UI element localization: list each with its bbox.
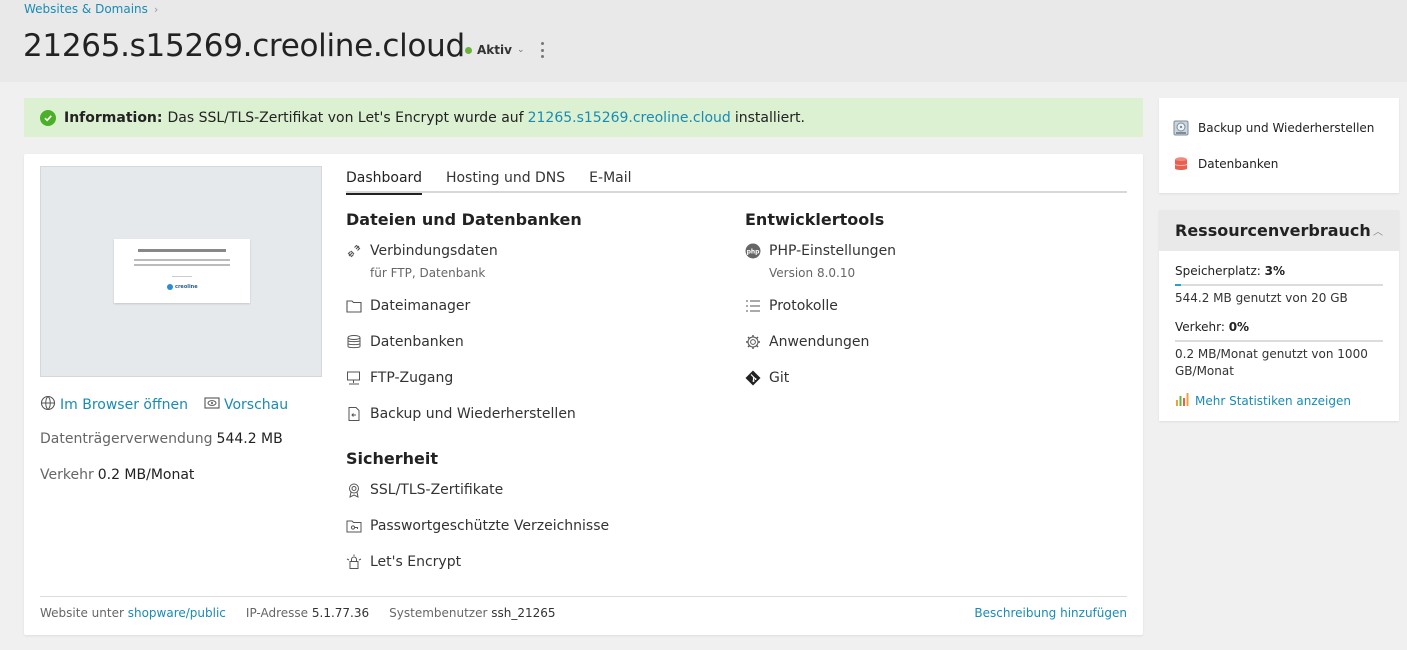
- bar-chart-icon: [1175, 392, 1191, 409]
- preview-link[interactable]: Vorschau: [204, 395, 288, 415]
- section-files-title: Dateien und Datenbanken: [346, 210, 582, 229]
- status-label: Aktiv: [477, 43, 512, 57]
- document-root-link[interactable]: shopware/public: [128, 606, 226, 620]
- tab-bar: Dashboard Hosting und DNS E-Mail: [346, 170, 1127, 195]
- open-in-browser-link[interactable]: Im Browser öffnen: [40, 395, 188, 415]
- lets-encrypt-link[interactable]: Let's Encrypt: [346, 554, 461, 570]
- php-settings-link[interactable]: php PHP-Einstellungen: [745, 243, 896, 259]
- disk-usage-stat: Datenträgerverwendung 544.2 MB: [40, 431, 283, 447]
- banner-text-after: installiert.: [734, 109, 805, 126]
- banner-prefix: Information:: [64, 109, 163, 126]
- file-manager-link[interactable]: Dateimanager: [346, 298, 470, 314]
- ftp-access-link[interactable]: FTP-Zugang: [346, 370, 453, 386]
- connection-info-sub: für FTP, Datenbank: [370, 266, 486, 280]
- page-header: Websites & Domains › 21265.s15269.creoli…: [0, 0, 1407, 82]
- traffic-stat: Verkehr 0.2 MB/Monat: [40, 467, 195, 483]
- info-banner: Information: Das SSL/TLS-Zertifikat von …: [24, 98, 1143, 137]
- gear-icon: [745, 334, 761, 350]
- chevron-down-icon: ⌄: [516, 45, 525, 55]
- success-check-icon: [40, 109, 56, 126]
- lets-encrypt-icon: [346, 554, 362, 570]
- ip-address: 5.1.77.36: [311, 606, 370, 620]
- section-security-title: Sicherheit: [346, 449, 438, 468]
- site-footer-info: Website unter shopware/public IP-Adresse…: [40, 606, 556, 620]
- database-color-icon: [1173, 156, 1189, 172]
- certificate-icon: [346, 482, 362, 498]
- section-devtools-title: Entwicklertools: [745, 210, 885, 229]
- applications-link[interactable]: Anwendungen: [745, 334, 869, 350]
- eye-icon: [204, 396, 220, 414]
- resource-usage-title: Ressourcenverbrauch: [1175, 221, 1371, 240]
- system-user: ssh_21265: [491, 606, 556, 620]
- chevron-up-icon: ︿: [1373, 227, 1383, 238]
- git-icon: [745, 370, 761, 386]
- connection-icon: [346, 243, 362, 259]
- page-title: 21265.s15269.creoline.cloud: [23, 28, 465, 64]
- connection-info-link[interactable]: Verbindungsdaten: [346, 243, 498, 259]
- ftp-icon: [346, 370, 362, 386]
- status-dropdown[interactable]: Aktiv ⌄: [465, 43, 525, 57]
- traffic-label: Verkehr: 0%: [1175, 320, 1250, 334]
- php-icon: php: [745, 243, 761, 259]
- disk-space-bar: [1175, 284, 1383, 286]
- protected-directories-link[interactable]: Passwortgeschützte Verzeichnisse: [346, 518, 609, 534]
- resource-usage-header[interactable]: Ressourcenverbrauch ︿: [1159, 210, 1399, 251]
- tab-dashboard[interactable]: Dashboard: [346, 170, 422, 195]
- banner-domain-link[interactable]: 21265.s15269.creoline.cloud: [528, 110, 731, 126]
- side-databases-link[interactable]: Datenbanken: [1173, 156, 1278, 172]
- more-statistics-link[interactable]: Mehr Statistiken anzeigen: [1175, 392, 1351, 409]
- site-card: creoline Im Browser öffnen Vorschau Date…: [24, 154, 1143, 635]
- svg-text:php: php: [747, 249, 761, 256]
- logs-link[interactable]: Protokolle: [745, 298, 838, 314]
- backup-icon: [346, 406, 362, 422]
- preview-thumbnail: creoline: [114, 239, 250, 303]
- list-icon: [745, 298, 761, 314]
- quick-links-panel: Backup und Wiederherstellen Datenbanken: [1159, 98, 1399, 193]
- disk-space-label: Speicherplatz: 3%: [1175, 264, 1286, 278]
- folder-icon: [346, 298, 362, 314]
- breadcrumb-websites-domains[interactable]: Websites & Domains: [24, 2, 148, 16]
- breadcrumb: Websites & Domains ›: [24, 2, 158, 16]
- resource-usage-panel: Ressourcenverbrauch ︿ Speicherplatz: 3% …: [1159, 210, 1399, 421]
- backup-restore-link[interactable]: Backup und Wiederherstellen: [346, 406, 576, 422]
- creoline-logo: creoline: [167, 284, 198, 290]
- traffic-bar: [1175, 340, 1383, 342]
- side-backup-link[interactable]: Backup und Wiederherstellen: [1173, 120, 1374, 136]
- more-options-icon[interactable]: [538, 42, 546, 58]
- tab-email[interactable]: E-Mail: [589, 170, 631, 193]
- traffic-detail: 0.2 MB/Monat genutzt von 1000 GB/Monat: [1175, 347, 1368, 378]
- tab-hosting-dns[interactable]: Hosting und DNS: [446, 170, 565, 193]
- divider: [40, 596, 1127, 597]
- banner-text-before: Das SSL/TLS-Zertifikat von Let's Encrypt…: [167, 109, 524, 126]
- ssl-certificates-link[interactable]: SSL/TLS-Zertifikate: [346, 482, 503, 498]
- open-in-browser-label: Im Browser öffnen: [60, 397, 188, 413]
- protected-folder-icon: [346, 518, 362, 534]
- disk-space-detail: 544.2 MB genutzt von 20 GB: [1175, 291, 1348, 305]
- chevron-right-icon: ›: [153, 2, 159, 16]
- php-version-sub: Version 8.0.10: [769, 266, 856, 280]
- globe-icon: [40, 395, 56, 415]
- add-description-link[interactable]: Beschreibung hinzufügen: [974, 606, 1127, 620]
- site-screenshot-preview[interactable]: creoline: [40, 166, 322, 377]
- preview-label: Vorschau: [223, 397, 289, 413]
- database-icon: [346, 334, 362, 350]
- databases-link[interactable]: Datenbanken: [346, 334, 464, 350]
- git-link[interactable]: Git: [745, 370, 789, 386]
- status-dot-icon: [465, 46, 472, 54]
- backup-disk-icon: [1173, 120, 1189, 136]
